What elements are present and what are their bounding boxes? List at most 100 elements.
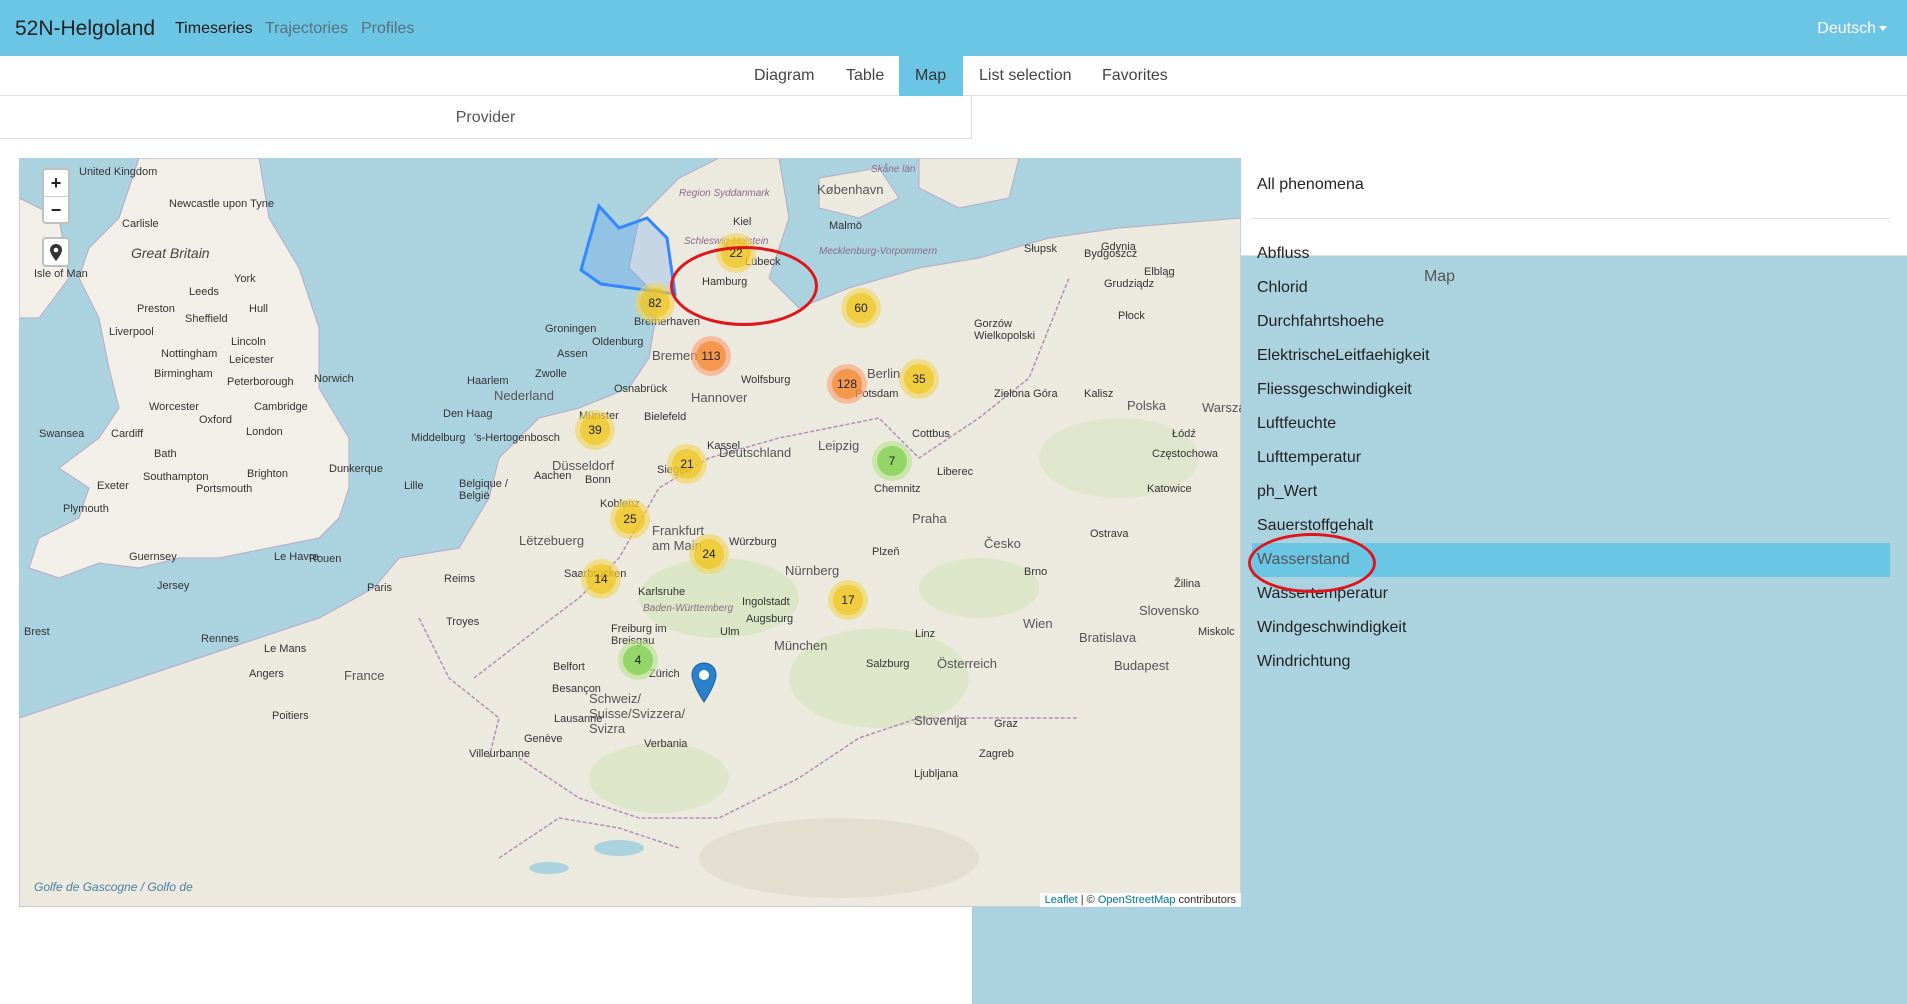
map-label: Deutschland bbox=[719, 445, 792, 460]
tab-map[interactable]: Map bbox=[899, 56, 963, 96]
map-cluster[interactable]: 24 bbox=[689, 534, 729, 574]
phenomenon-item[interactable]: Durchfahrtshoehe bbox=[1252, 305, 1890, 339]
map-label: Bonn bbox=[585, 474, 611, 486]
cluster-count: 35 bbox=[904, 364, 934, 394]
map-cluster[interactable]: 82 bbox=[635, 283, 675, 323]
phenomenon-item[interactable]: Luftfeuchte bbox=[1252, 407, 1890, 441]
chevron-down-icon bbox=[1879, 26, 1887, 32]
map-label: Cambridge bbox=[254, 401, 308, 413]
cluster-count: 82 bbox=[640, 288, 670, 318]
map-cluster[interactable]: 21 bbox=[667, 444, 707, 484]
map-label: York bbox=[234, 273, 256, 285]
map-label: Aachen bbox=[534, 470, 572, 482]
map-label: France bbox=[344, 668, 385, 683]
phenomenon-item[interactable]: Lufttemperatur bbox=[1252, 441, 1890, 475]
map-label: Katowice bbox=[1147, 483, 1192, 495]
map-label: Angers bbox=[249, 668, 284, 680]
map-label: Plzeň bbox=[872, 546, 900, 558]
nav-timeseries[interactable]: Timeseries bbox=[175, 20, 253, 38]
osm-link[interactable]: OpenStreetMap bbox=[1098, 894, 1176, 906]
map-label: Gorzów Wielkopolski bbox=[974, 318, 1036, 342]
zoom-in-button[interactable]: + bbox=[44, 170, 68, 196]
map-label: Groningen bbox=[545, 323, 597, 335]
map-label: Leicester bbox=[229, 354, 274, 366]
map-label: Ingolstadt bbox=[742, 596, 790, 608]
tab-table[interactable]: Table bbox=[830, 56, 900, 96]
map-label: Lille bbox=[404, 480, 424, 492]
nav-trajectories[interactable]: Trajectories bbox=[265, 20, 348, 38]
cluster-count: 113 bbox=[696, 341, 726, 371]
tab-favorites[interactable]: Favorites bbox=[1086, 56, 1184, 96]
map-cluster[interactable]: 128 bbox=[827, 364, 867, 404]
map-label: Nottingham bbox=[161, 348, 218, 360]
map-cluster[interactable]: 35 bbox=[899, 359, 939, 399]
map-label: Graz bbox=[994, 718, 1018, 730]
zoom-control: + − bbox=[42, 168, 70, 224]
map-label: Paris bbox=[367, 582, 393, 594]
phenomenon-item[interactable]: Sauerstoffgehalt bbox=[1252, 509, 1890, 543]
map-label: Golfe de Gascogne / Golfo de bbox=[34, 880, 193, 894]
map-label: Polska bbox=[1127, 398, 1167, 413]
zoom-out-button[interactable]: − bbox=[44, 196, 68, 222]
tab-list-selection[interactable]: List selection bbox=[963, 56, 1088, 96]
map-label: Birmingham bbox=[154, 368, 213, 380]
map-label: Oldenburg bbox=[592, 336, 644, 348]
language-dropdown[interactable]: Deutsch bbox=[1817, 20, 1887, 38]
map-label: Genève bbox=[524, 733, 563, 745]
map-marker-icon[interactable] bbox=[691, 662, 717, 704]
map-label: Brest bbox=[24, 626, 50, 638]
cluster-count: 14 bbox=[586, 564, 616, 594]
map-cluster[interactable]: 60 bbox=[841, 288, 881, 328]
divider bbox=[1252, 218, 1890, 219]
map-label: Słupsk bbox=[1024, 243, 1058, 255]
map-label: Linz bbox=[915, 628, 936, 640]
map-label: Leeds bbox=[189, 286, 219, 298]
phenomenon-item-selected[interactable]: Wasserstand bbox=[1252, 543, 1890, 577]
nav-profiles[interactable]: Profiles bbox=[361, 20, 414, 38]
map-label: Lëtzebuerg bbox=[519, 533, 585, 548]
phenomenon-item[interactable]: Chlorid bbox=[1252, 271, 1890, 305]
map-cluster[interactable]: 17 bbox=[828, 580, 868, 620]
map-cluster[interactable]: 22 bbox=[716, 233, 756, 273]
phenomenon-item[interactable]: ph_Wert bbox=[1252, 475, 1890, 509]
map-label: Leipzig bbox=[818, 438, 860, 453]
locate-button[interactable] bbox=[42, 237, 70, 267]
map-cluster[interactable]: 113 bbox=[691, 336, 731, 376]
phenomenon-item[interactable]: Fliessgeschwindigkeit bbox=[1252, 373, 1890, 407]
map-label: Besançon bbox=[552, 683, 601, 695]
map-label: London bbox=[246, 426, 283, 438]
map-cluster[interactable]: 25 bbox=[610, 499, 650, 539]
tab-diagram[interactable]: Diagram bbox=[738, 56, 830, 96]
map-label: Wien bbox=[1023, 616, 1053, 631]
map-label: Belgique / België bbox=[459, 478, 508, 502]
map-label: Villeurbanne bbox=[469, 748, 530, 760]
map-cluster[interactable]: 7 bbox=[872, 441, 912, 481]
leaflet-link[interactable]: Leaflet bbox=[1045, 894, 1078, 906]
phenomenon-item[interactable]: Abfluss bbox=[1252, 237, 1890, 271]
map-label: Belfort bbox=[553, 661, 585, 673]
phenomenon-item[interactable]: ElektrischeLeitfaehigkeit bbox=[1252, 339, 1890, 373]
map-cluster[interactable]: 4 bbox=[618, 640, 658, 680]
map-label: Würzburg bbox=[729, 536, 777, 548]
map-cluster[interactable]: 14 bbox=[581, 559, 621, 599]
map-label: Lausanne bbox=[554, 713, 603, 725]
phenomenon-item[interactable]: Windrichtung bbox=[1252, 645, 1890, 679]
map-label: Mecklenburg-Vorpommern bbox=[819, 246, 938, 257]
map-label: Częstochowa bbox=[1152, 448, 1219, 460]
phenomenon-item[interactable]: Windgeschwindigkeit bbox=[1252, 611, 1890, 645]
map-view[interactable]: United Kingdom Newcastle upon Tyne Carli… bbox=[19, 158, 1241, 907]
map-label: Praha bbox=[912, 511, 947, 526]
app-brand[interactable]: 52N-Helgoland bbox=[15, 17, 155, 41]
map-label: Wolfsburg bbox=[741, 374, 791, 386]
map-label: Region Syddanmark bbox=[679, 188, 770, 199]
attribution-separator: | © bbox=[1077, 894, 1098, 906]
map-label: Chemnitz bbox=[874, 483, 921, 495]
language-label: Deutsch bbox=[1817, 20, 1876, 37]
map-label: Liberec bbox=[937, 466, 974, 478]
map-label: Hamburg bbox=[702, 276, 748, 288]
tab-provider[interactable]: Provider bbox=[0, 97, 972, 139]
map-cluster[interactable]: 39 bbox=[575, 410, 615, 450]
phenomenon-item[interactable]: Wassertemperatur bbox=[1252, 577, 1890, 611]
all-phenomena-item[interactable]: All phenomena bbox=[1257, 176, 1364, 194]
map-label: Česko bbox=[984, 536, 1021, 551]
